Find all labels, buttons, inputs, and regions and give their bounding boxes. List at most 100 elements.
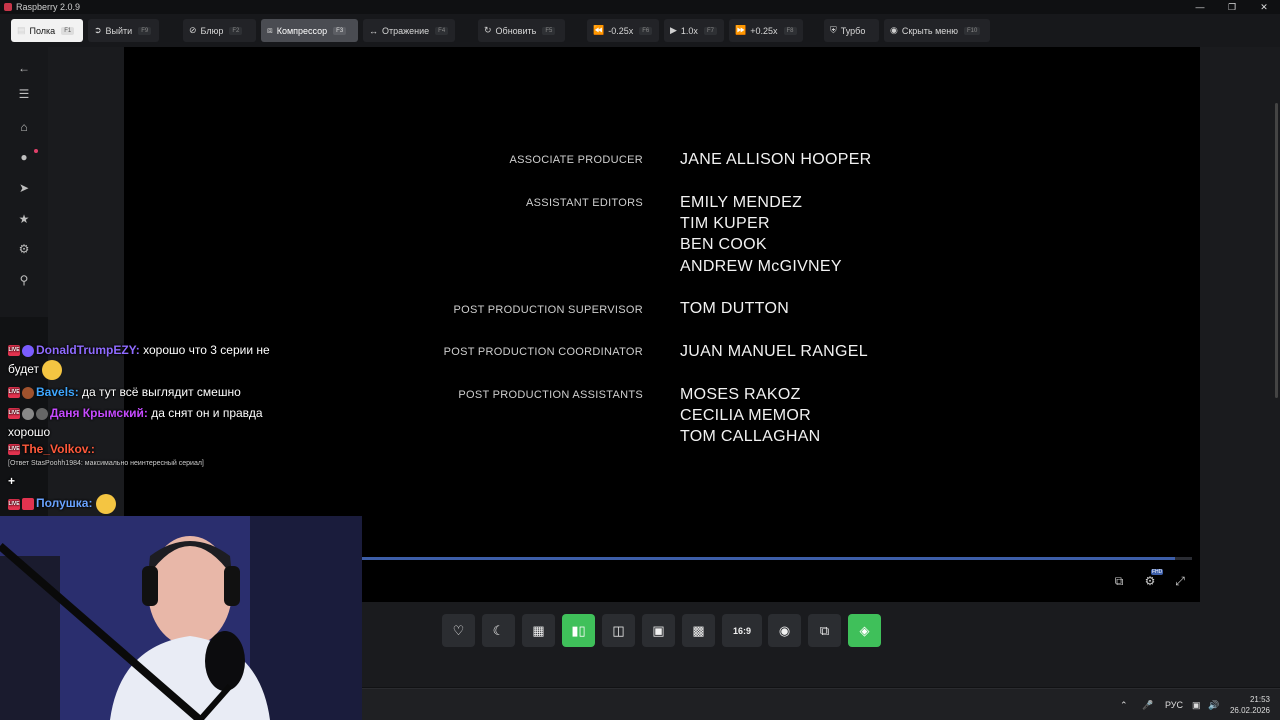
credit-name: TIM KUPER [680, 215, 770, 232]
fullscreen-icon[interactable]: ⤢ [1171, 573, 1189, 589]
chat-username: DonaldTrumpEZY: [36, 343, 140, 357]
hide-menu-button[interactable]: ◉ Скрыть меню F10 [884, 19, 990, 42]
exit-button[interactable]: ➲ Выйти F9 [88, 19, 159, 42]
blur-button[interactable]: ⊘ Блюр F2 [183, 19, 256, 42]
tray-expand-icon[interactable]: ⌃ [1120, 689, 1128, 720]
title-bar: Raspberry 2.0.9 — ❐ ✕ [0, 0, 1280, 14]
credit-role: POST PRODUCTION ASSISTANTS [458, 389, 643, 401]
maximize-button[interactable]: ❐ [1216, 0, 1248, 14]
night-mode-button[interactable]: ☾ [482, 614, 515, 647]
close-button[interactable]: ✕ [1248, 0, 1280, 14]
split-view-button[interactable]: ◫ [602, 614, 635, 647]
audio-button[interactable]: ▮▯ [562, 614, 595, 647]
search-icon[interactable]: ⚲ [14, 270, 34, 290]
copy-button[interactable]: ⧉ [808, 614, 841, 647]
credit-name: TOM DUTTON [680, 300, 790, 317]
eye-off-icon: ⊘ [189, 25, 197, 35]
live-badge-icon: LIVE [8, 387, 20, 399]
shelf-icon: ▤ [17, 25, 26, 35]
user-badge-icon [22, 498, 34, 510]
progress-fill [362, 557, 1176, 560]
picture-in-picture-icon[interactable]: ⧉ [1110, 573, 1128, 589]
credit-name: TOM CALLAGHAN [680, 428, 821, 445]
favorite-button[interactable]: ♡ [442, 614, 475, 647]
live-badge-icon: LIVE [8, 498, 20, 510]
credit-role: ASSOCIATE PRODUCER [509, 154, 643, 166]
play-icon: ▶ [670, 25, 677, 35]
chat-username: Даня Крымский: [50, 406, 148, 420]
settings-gear-icon[interactable]: ⚙ FHD [1141, 569, 1164, 589]
user-badge-icon [36, 407, 48, 420]
volume-icon[interactable]: 🔊 [1208, 689, 1219, 720]
language-indicator[interactable]: РУС [1165, 689, 1183, 720]
mirror-button[interactable]: ↔ Отражение F4 [363, 19, 455, 42]
turbo-button[interactable]: ⛨ Турбо [824, 19, 879, 42]
live-badge-icon: LIVE [8, 444, 20, 456]
window-controls: — ❐ ✕ [1184, 0, 1280, 14]
chat-reply: [Ответ StasPoohh1984: максимально неинте… [8, 460, 204, 467]
rewind-icon: ⏪ [593, 25, 605, 35]
speed-up-button[interactable]: ⏩ +0.25x F8 [729, 19, 803, 42]
image-button[interactable]: ▣ [642, 614, 675, 647]
split-icon: ◫ [612, 622, 625, 638]
home-icon[interactable]: ⌂ [14, 117, 34, 137]
layers-button[interactable]: ◈ [848, 614, 881, 647]
mirror-arrows-icon: ↔ [369, 25, 378, 36]
compress-icon: ⧈ [267, 25, 273, 35]
credit-role: POST PRODUCTION COORDINATOR [443, 346, 643, 358]
emoji-icon [95, 494, 116, 514]
credit-name: JANE ALLISON HOOPER [680, 151, 872, 168]
refresh-button[interactable]: ↻ Обновить F5 [478, 19, 565, 42]
minimize-button[interactable]: — [1184, 0, 1216, 14]
mini-player-button[interactable]: ▩ [682, 614, 715, 647]
chat-text: + [8, 474, 16, 488]
clock-date: 26.02.2026 [1229, 706, 1270, 715]
live-badge-icon: LIVE [8, 345, 20, 357]
fire-icon[interactable]: ● [14, 147, 34, 167]
emoji-icon [42, 360, 63, 380]
left-sidebar: ← ☰ ⌂ ● ➤ ★ ⚙ ⚲ [0, 47, 48, 317]
credit-name: MOSES RAKOZ [680, 386, 801, 403]
quality-badge: FHD [1151, 569, 1164, 575]
microphone-icon[interactable]: 🎤 [1142, 689, 1153, 720]
credit-name: BEN COOK [680, 236, 767, 253]
credit-name: JUAN MANUEL RANGEL [680, 343, 868, 360]
telegram-icon[interactable]: ➤ [14, 178, 34, 198]
trophy-icon[interactable]: ★ [14, 209, 34, 229]
mini-player-icon: ▩ [692, 622, 705, 638]
chat-username: Bavels: [36, 385, 79, 399]
focus-button[interactable]: ◉ [768, 614, 801, 647]
clock-time: 21:53 [1249, 695, 1270, 704]
chat-message: LIVE The_Volkov.: [8, 440, 298, 459]
grid-button[interactable]: ▦ [522, 614, 555, 647]
scrollbar-thumb[interactable] [1275, 103, 1278, 398]
credit-role: POST PRODUCTION SUPERVISOR [453, 304, 643, 316]
gear-icon[interactable]: ⚙ [14, 239, 34, 259]
chat-username: The_Volkov.: [22, 442, 95, 456]
user-badge-icon [22, 386, 34, 399]
monitor-icon[interactable]: ▣ [1192, 689, 1201, 720]
refresh-icon: ↻ [484, 25, 492, 35]
copy-icon: ⧉ [819, 622, 830, 638]
shelf-button[interactable]: ▤ Полка F1 [11, 19, 83, 42]
eye-icon: ◉ [890, 25, 898, 35]
chat-message: LIVE DonaldTrumpEZY: хорошо что 3 серии н… [8, 341, 298, 380]
clock[interactable]: 21:53 26.02.2026 [1230, 694, 1270, 716]
shield-icon: ⛨ [830, 25, 837, 35]
menu-icon[interactable]: ☰ [14, 84, 34, 104]
fast-forward-icon: ⏩ [735, 25, 747, 35]
top-toolbar: ▤ Полка F1 ➲ Выйти F9 ⊘ Блюр F2 ⧈ Компре… [0, 14, 1280, 47]
credit-name: ANDREW McGIVNEY [680, 258, 842, 275]
speed-down-button[interactable]: ⏪ -0.25x F6 [587, 19, 659, 42]
back-arrow-icon[interactable]: ← [14, 58, 34, 78]
aspect-ratio-button[interactable]: 16:9 [722, 614, 762, 647]
chat-username: Полушка: [36, 496, 93, 511]
user-badge-icon [22, 407, 34, 420]
credit-name: CECILIA MEMOR [680, 407, 812, 424]
focus-frame-icon: ◉ [778, 622, 791, 638]
notification-dot [34, 149, 38, 153]
speed-button[interactable]: ▶ 1.0x F7 [664, 19, 724, 42]
webcam-overlay [0, 516, 362, 720]
taskbar: ⌃ 🎤 РУС ▣ 🔊 21:53 26.02.2026 [362, 688, 1280, 720]
compressor-button[interactable]: ⧈ Компрессор F3 [261, 19, 358, 42]
